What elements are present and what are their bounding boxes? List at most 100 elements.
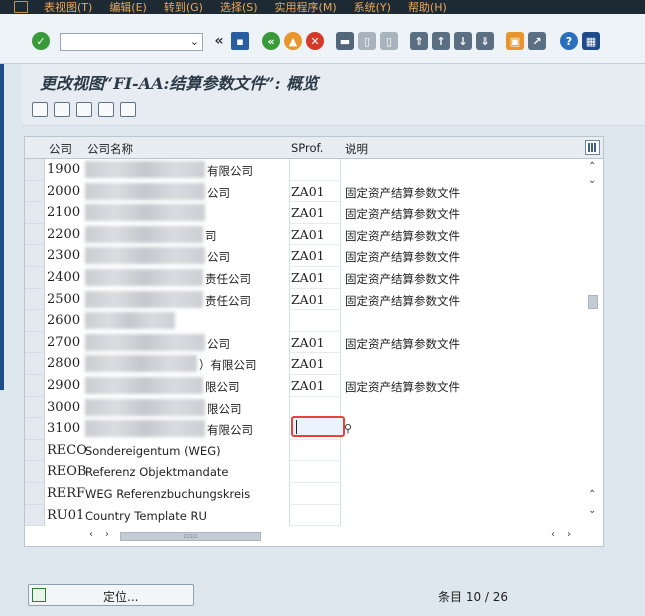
menu-utilities[interactable]: 实用程序(M) bbox=[275, 0, 337, 14]
table-row[interactable]: 2900 限公司 ZA01 固定资产结算参数文件 bbox=[25, 375, 585, 397]
row-selector[interactable] bbox=[25, 418, 45, 440]
last-page-icon[interactable]: ⇓ bbox=[476, 32, 494, 50]
menu-goto[interactable]: 转到(G) bbox=[164, 0, 203, 14]
scroll-left-icon[interactable]: ‹ bbox=[551, 529, 555, 540]
menu-selection[interactable]: 选择(S) bbox=[220, 0, 258, 14]
table-row[interactable]: 2000 公司 ZA01 固定资产结算参数文件 bbox=[25, 180, 585, 203]
vertical-scrollbar[interactable]: ⌃ ⌄ ⌃ ⌄ bbox=[583, 159, 603, 524]
select-block-icon[interactable] bbox=[98, 102, 114, 117]
scroll-right-icon[interactable]: › bbox=[105, 529, 109, 540]
table-row[interactable]: RU01 Country Template RU bbox=[25, 504, 585, 527]
sprof-input[interactable]: ZA01 bbox=[289, 223, 341, 246]
row-selector[interactable] bbox=[25, 331, 45, 354]
create-session-icon[interactable]: ▣ bbox=[506, 32, 524, 50]
row-selector[interactable] bbox=[25, 267, 45, 289]
collapse-command-icon[interactable]: « bbox=[210, 32, 228, 50]
scroll-left-icon[interactable]: ‹ bbox=[89, 529, 93, 540]
row-selector[interactable] bbox=[25, 375, 45, 397]
row-selector[interactable] bbox=[25, 353, 45, 375]
row-selector[interactable] bbox=[25, 310, 45, 332]
table-row[interactable]: 1900 有限公司 bbox=[25, 159, 585, 181]
horizontal-scroll-thumb[interactable]: ▫▫▫ bbox=[120, 532, 261, 541]
print-icon[interactable]: ▬ bbox=[336, 32, 354, 50]
sprof-input[interactable]: ZA01 bbox=[289, 202, 341, 224]
menu-help[interactable]: 帮助(H) bbox=[408, 0, 447, 14]
row-selector[interactable] bbox=[25, 245, 45, 267]
table-row[interactable]: RERF WEG Referenzbuchungskreis bbox=[25, 483, 585, 505]
header-company-name[interactable]: 公司名称 bbox=[87, 141, 133, 157]
next-page-icon[interactable]: ↓ bbox=[454, 32, 472, 50]
menu-system[interactable]: 系统(Y) bbox=[354, 0, 391, 14]
menu-table-view[interactable]: 表视图(T) bbox=[44, 0, 92, 14]
row-selector[interactable] bbox=[25, 159, 45, 181]
table-row[interactable]: RECO Sondereigentum (WEG) bbox=[25, 439, 585, 462]
select-all-icon[interactable] bbox=[76, 102, 92, 117]
position-button[interactable]: 定位... bbox=[28, 584, 194, 606]
row-selector[interactable] bbox=[25, 396, 45, 419]
column-settings-icon[interactable] bbox=[585, 140, 600, 155]
sprof-input[interactable] bbox=[289, 504, 341, 527]
sprof-input[interactable] bbox=[289, 159, 341, 181]
window-menu-icon[interactable] bbox=[14, 1, 28, 13]
table-row[interactable]: 2200 司 ZA01 固定资产结算参数文件 bbox=[25, 223, 585, 246]
sprof-input[interactable]: ZA01 bbox=[289, 267, 341, 289]
row-selector[interactable] bbox=[25, 439, 45, 462]
row-selector[interactable] bbox=[25, 483, 45, 505]
display-change-icon[interactable] bbox=[32, 102, 48, 117]
table-row[interactable]: 2400 责任公司 ZA01 固定资产结算参数文件 bbox=[25, 267, 585, 289]
scroll-down-icon[interactable]: ⌄ bbox=[588, 505, 596, 516]
row-selector[interactable] bbox=[25, 288, 45, 311]
sprof-input[interactable]: ZA01 bbox=[289, 180, 341, 203]
save-icon[interactable]: ▪ bbox=[231, 32, 249, 50]
undo-icon[interactable] bbox=[54, 102, 70, 117]
sprof-input[interactable] bbox=[289, 396, 341, 419]
row-selector[interactable] bbox=[25, 461, 45, 483]
previous-page-icon[interactable]: ↑ bbox=[432, 32, 450, 50]
header-company[interactable]: 公司 bbox=[49, 141, 72, 157]
table-row[interactable]: REOB Referenz Objektmandate bbox=[25, 461, 585, 483]
first-page-icon[interactable]: ⇑ bbox=[410, 32, 428, 50]
cancel-icon[interactable]: ✕ bbox=[306, 32, 324, 50]
table-row[interactable]: 2500 责任公司 ZA01 固定资产结算参数文件 bbox=[25, 288, 585, 311]
help-icon[interactable]: ? bbox=[560, 32, 578, 50]
sprof-input[interactable]: ZA01 bbox=[289, 353, 341, 375]
enter-check-icon[interactable]: ✓ bbox=[32, 32, 50, 50]
value-help-search-icon[interactable]: ⚲ bbox=[344, 422, 357, 435]
back-icon[interactable]: « bbox=[262, 32, 280, 50]
command-field[interactable]: ⌄ bbox=[60, 33, 203, 51]
menu-edit[interactable]: 编辑(E) bbox=[109, 0, 147, 14]
table-row[interactable]: 2300 公司 ZA01 固定资产结算参数文件 bbox=[25, 245, 585, 267]
sprof-input[interactable] bbox=[289, 310, 341, 332]
find-next-icon[interactable]: ▯ bbox=[380, 32, 398, 50]
row-selector[interactable] bbox=[25, 504, 45, 527]
generate-shortcut-icon[interactable]: ↗ bbox=[528, 32, 546, 50]
sprof-input[interactable]: ZA01 bbox=[289, 288, 341, 311]
find-icon[interactable]: ▯ bbox=[358, 32, 376, 50]
exit-icon[interactable]: ▲ bbox=[284, 32, 302, 50]
row-selector[interactable] bbox=[25, 223, 45, 246]
vertical-scroll-thumb[interactable] bbox=[588, 295, 598, 309]
table-row[interactable]: 2100 ZA01 固定资产结算参数文件 bbox=[25, 202, 585, 224]
row-selector[interactable] bbox=[25, 202, 45, 224]
customize-layout-icon[interactable]: ▦ bbox=[582, 32, 600, 50]
sprof-input[interactable] bbox=[289, 439, 341, 462]
scroll-up-icon[interactable]: ⌃ bbox=[588, 489, 596, 500]
header-sprof[interactable]: SProf. bbox=[291, 141, 323, 155]
scroll-up-icon[interactable]: ⌃ bbox=[588, 161, 596, 172]
sprof-input[interactable]: ZA01 bbox=[289, 375, 341, 397]
sprof-input[interactable] bbox=[289, 461, 341, 483]
scroll-right-icon[interactable]: › bbox=[567, 529, 571, 540]
header-description[interactable]: 说明 bbox=[345, 141, 368, 157]
chevron-down-icon[interactable]: ⌄ bbox=[190, 35, 199, 48]
horizontal-scrollbar[interactable]: ‹ › ▫▫▫ ‹ › bbox=[83, 527, 583, 545]
table-row[interactable]: 2600 bbox=[25, 310, 585, 332]
table-row[interactable]: 3000 限公司 bbox=[25, 396, 585, 419]
table-row[interactable]: 2700 公司 ZA01 固定资产结算参数文件 bbox=[25, 331, 585, 354]
table-row[interactable]: 2800 ）有限公司 ZA01 bbox=[25, 353, 585, 375]
sprof-input-active[interactable] bbox=[291, 416, 345, 437]
scroll-down-icon[interactable]: ⌄ bbox=[588, 175, 596, 186]
sprof-input[interactable]: ZA01 bbox=[289, 245, 341, 267]
sprof-input[interactable] bbox=[289, 483, 341, 505]
sprof-input[interactable]: ZA01 bbox=[289, 331, 341, 354]
deselect-all-icon[interactable] bbox=[120, 102, 136, 117]
